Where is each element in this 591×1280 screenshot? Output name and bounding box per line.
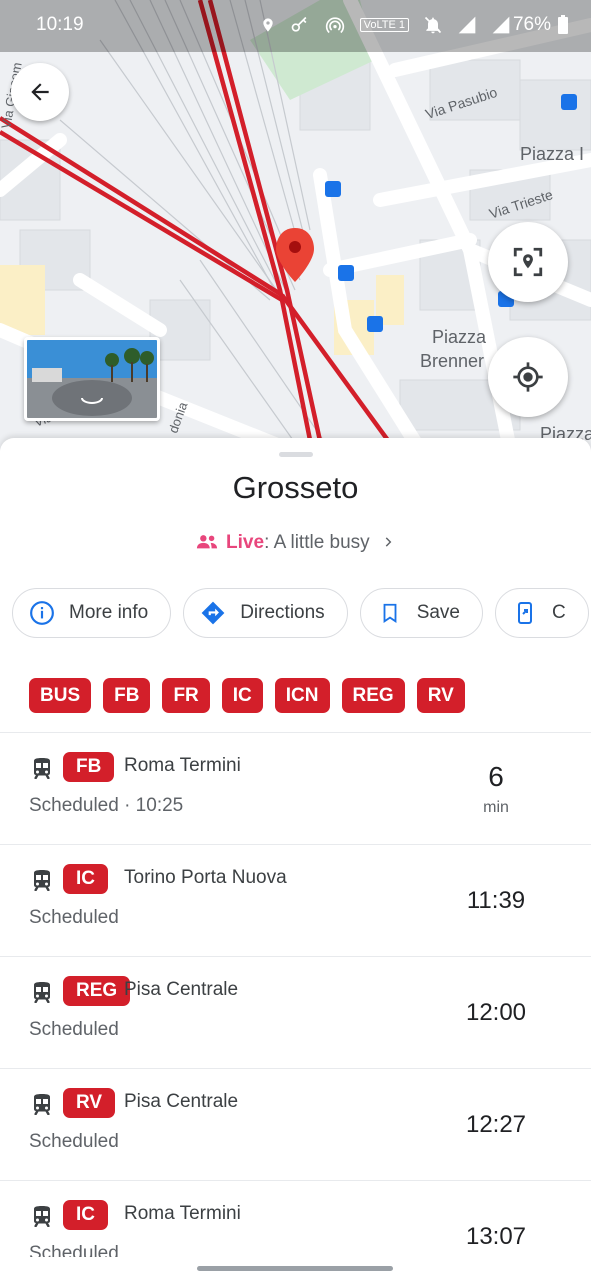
volte-indicator: VoLTE 1 — [359, 18, 409, 32]
departure-time: 12:27 — [465, 1111, 527, 1138]
live-status: : A little busy — [264, 532, 370, 553]
info-icon — [30, 601, 54, 625]
save-label: Save — [416, 602, 460, 623]
departure-row[interactable]: IC Roma Termini Scheduled 13:07 — [0, 1181, 591, 1257]
map-view[interactable]: Via Pasubio Piazza I Via Trieste Piazza … — [0, 0, 591, 450]
back-button[interactable] — [11, 63, 69, 121]
line-badge: REG — [63, 976, 131, 1006]
tag-rv[interactable]: RV — [416, 678, 465, 713]
tag-bus[interactable]: BUS — [29, 678, 92, 713]
location-scan-button[interactable] — [488, 222, 568, 302]
departure-status: Scheduled — [29, 1131, 119, 1152]
line-filter-tags: BUS FB FR IC ICN REG RV — [29, 678, 465, 713]
departure-row[interactable]: REG Pisa Centrale Scheduled 12:00 — [0, 957, 591, 1069]
departure-time: 12:00 — [465, 999, 527, 1026]
departure-time: 6 — [488, 761, 504, 792]
back-arrow-icon — [31, 83, 49, 101]
map-label: Piazza I — [520, 144, 585, 164]
departure-row[interactable]: IC Torino Porta Nuova Scheduled 11:39 — [0, 845, 591, 957]
directions-icon — [201, 601, 225, 625]
train-icon — [34, 758, 50, 779]
map-label: Piazza — [432, 327, 487, 347]
train-icon — [34, 982, 50, 1003]
departure-status: Scheduled · 10:25 — [29, 795, 184, 816]
place-sheet[interactable]: Grosseto Live: A little busy More info D… — [0, 438, 591, 1280]
live-label: Live — [226, 532, 265, 553]
destination: Torino Porta Nuova — [124, 867, 287, 888]
hotspot-icon — [325, 17, 344, 34]
tag-fb[interactable]: FB — [103, 678, 151, 713]
more-info-button[interactable]: More info — [12, 588, 172, 638]
departure-row[interactable]: RV Pisa Centrale Scheduled 12:27 — [0, 1069, 591, 1181]
departure-status: Scheduled — [29, 907, 119, 928]
train-icon — [34, 1206, 50, 1227]
gesture-nav-bar[interactable] — [197, 1266, 393, 1271]
bookmark-icon — [383, 603, 397, 623]
place-title: Grosseto — [232, 470, 359, 505]
status-icons: VoLTE 1 — [260, 15, 511, 35]
more-info-label: More info — [69, 602, 149, 623]
departure-status: Scheduled — [29, 1019, 119, 1040]
battery-icon — [558, 15, 568, 34]
departure-time: 11:39 — [466, 887, 526, 914]
departure-row[interactable]: FB Roma Termini Scheduled · 10:25 6 min — [0, 733, 591, 845]
mute-bell-icon — [424, 16, 442, 34]
destination: Roma Termini — [124, 1203, 241, 1224]
signal-icon — [492, 16, 510, 34]
tag-reg[interactable]: REG — [341, 678, 405, 713]
battery-percent: 76% — [512, 14, 551, 35]
streetview-thumbnail[interactable] — [24, 337, 160, 421]
my-location-icon — [513, 362, 543, 392]
status-bar: 10:19 VoLTE 1 76% — [0, 0, 591, 52]
save-button[interactable]: Save — [359, 588, 483, 638]
departure-time: 13:07 — [465, 1223, 527, 1250]
directions-label: Directions — [240, 602, 325, 623]
drag-handle[interactable] — [279, 452, 313, 457]
chevron-right-icon — [385, 537, 392, 547]
departure-status: Scheduled — [29, 1243, 119, 1257]
location-scan-icon — [513, 247, 543, 277]
location-icon — [262, 18, 273, 32]
signal-4g-icon — [458, 16, 476, 34]
share-label: C — [552, 602, 566, 623]
share-button[interactable]: C — [495, 588, 589, 638]
line-badge: RV — [63, 1088, 116, 1118]
share-icon — [518, 602, 532, 624]
live-busyness[interactable]: Live: A little busy — [0, 532, 591, 554]
my-location-button[interactable] — [488, 337, 568, 417]
tag-icn[interactable]: ICN — [274, 678, 330, 713]
battery: 76% — [513, 14, 569, 36]
status-time: 10:19 — [36, 14, 84, 35]
tag-ic[interactable]: IC — [221, 678, 263, 713]
directions-button[interactable]: Directions — [183, 588, 348, 638]
destination: Roma Termini — [124, 755, 241, 776]
tag-fr[interactable]: FR — [162, 678, 210, 713]
destination: Pisa Centrale — [124, 1091, 239, 1112]
train-icon — [34, 1094, 50, 1115]
people-icon — [196, 535, 218, 549]
map-label: Brenner — [420, 351, 485, 371]
vpn-key-icon — [291, 16, 307, 32]
line-badge: FB — [63, 752, 115, 782]
time-unit: min — [483, 799, 509, 816]
action-chips: More info Directions Save C — [12, 588, 589, 638]
line-badge: IC — [63, 864, 108, 894]
destination: Pisa Centrale — [124, 979, 239, 1000]
line-badge: IC — [63, 1200, 108, 1230]
train-icon — [34, 870, 50, 891]
